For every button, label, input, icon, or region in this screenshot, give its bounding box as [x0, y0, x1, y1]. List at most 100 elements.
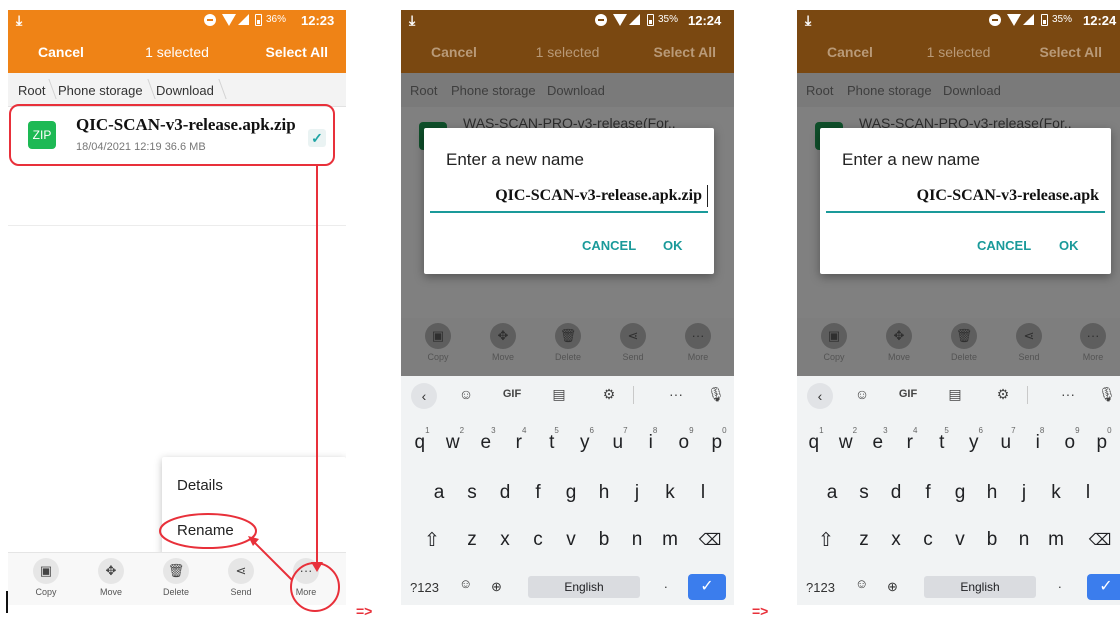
- key-m[interactable]: m: [657, 529, 683, 551]
- move-button[interactable]: ✥ Move: [83, 558, 139, 597]
- key-c[interactable]: c: [525, 529, 551, 551]
- key-j[interactable]: j: [624, 482, 650, 504]
- key-w[interactable]: w2: [835, 426, 861, 454]
- space-key[interactable]: English: [528, 576, 640, 598]
- key-k[interactable]: k: [1043, 482, 1069, 504]
- key-b[interactable]: b: [591, 529, 617, 551]
- select-all-button[interactable]: Select All: [653, 44, 716, 60]
- dialog-ok-button[interactable]: OK: [663, 238, 683, 253]
- key-o[interactable]: o9: [1059, 426, 1085, 454]
- menu-item-rename[interactable]: Rename: [177, 522, 234, 539]
- key-r[interactable]: r4: [508, 426, 534, 454]
- more-button[interactable]: ··· More: [278, 558, 334, 597]
- key-u[interactable]: u7: [995, 426, 1021, 454]
- enter-check-icon[interactable]: ✓: [1087, 574, 1120, 600]
- gif-button[interactable]: GIF: [895, 388, 921, 400]
- send-button[interactable]: ⋖ Send: [213, 558, 269, 597]
- key-f[interactable]: f: [525, 482, 551, 504]
- symbols-key[interactable]: ?123: [410, 580, 439, 595]
- key-l[interactable]: l: [690, 482, 716, 504]
- select-all-button[interactable]: Select All: [1039, 44, 1102, 60]
- backspace-icon[interactable]: ⌫: [697, 530, 723, 550]
- delete-button[interactable]: 🗑 Delete: [936, 323, 992, 362]
- gear-icon[interactable]: ⚙: [596, 386, 622, 403]
- key-g[interactable]: g: [947, 482, 973, 504]
- select-all-button[interactable]: Select All: [265, 44, 328, 60]
- key-j[interactable]: j: [1011, 482, 1037, 504]
- key-t[interactable]: t5: [541, 426, 567, 454]
- microphone-icon[interactable]: 🎙: [703, 386, 729, 403]
- key-s[interactable]: s: [459, 482, 485, 504]
- key-x[interactable]: x: [492, 529, 518, 551]
- key-e[interactable]: e3: [867, 426, 893, 454]
- dialog-cancel-button[interactable]: CANCEL: [977, 238, 1031, 253]
- symbols-key[interactable]: ?123: [806, 580, 835, 595]
- send-button[interactable]: ⋖ Send: [605, 323, 661, 362]
- key-h[interactable]: h: [591, 482, 617, 504]
- key-z[interactable]: z: [459, 529, 485, 551]
- key-f[interactable]: f: [915, 482, 941, 504]
- key-a[interactable]: a: [819, 482, 845, 504]
- enter-check-icon[interactable]: ✓: [688, 574, 726, 600]
- key-p[interactable]: p0: [706, 426, 732, 454]
- move-button[interactable]: ✥ Move: [475, 323, 531, 362]
- key-l[interactable]: l: [1075, 482, 1101, 504]
- key-r[interactable]: r4: [899, 426, 925, 454]
- copy-button[interactable]: ▣ Copy: [18, 558, 74, 597]
- keyboard-back-icon[interactable]: ‹: [807, 383, 833, 409]
- period-key[interactable]: .: [1058, 576, 1062, 591]
- globe-icon[interactable]: ⊕: [887, 579, 898, 595]
- key-i[interactable]: i8: [1027, 426, 1053, 454]
- menu-item-details[interactable]: Details: [177, 477, 223, 494]
- space-key[interactable]: English: [924, 576, 1036, 598]
- key-v[interactable]: v: [558, 529, 584, 551]
- clipboard-icon[interactable]: ▤: [546, 386, 572, 403]
- key-h[interactable]: h: [979, 482, 1005, 504]
- dialog-cancel-button[interactable]: CANCEL: [582, 238, 636, 253]
- key-i[interactable]: i8: [640, 426, 666, 454]
- microphone-icon[interactable]: 🎙: [1094, 386, 1120, 403]
- shift-icon[interactable]: ⇧: [419, 529, 445, 552]
- delete-button[interactable]: 🗑 Delete: [148, 558, 204, 597]
- breadcrumb-phone-storage[interactable]: Phone storage: [847, 83, 932, 98]
- key-p[interactable]: p0: [1091, 426, 1117, 454]
- clipboard-icon[interactable]: ▤: [942, 386, 968, 403]
- more-button[interactable]: ··· More: [1065, 323, 1120, 362]
- breadcrumb-phone-storage[interactable]: Phone storage: [58, 83, 143, 98]
- more-button[interactable]: ··· More: [670, 323, 726, 362]
- more-dots-icon[interactable]: ···: [663, 386, 689, 402]
- move-button[interactable]: ✥ Move: [871, 323, 927, 362]
- key-m[interactable]: m: [1043, 529, 1069, 551]
- key-c[interactable]: c: [915, 529, 941, 551]
- period-key[interactable]: .: [664, 576, 668, 591]
- key-e[interactable]: e3: [475, 426, 501, 454]
- key-d[interactable]: d: [492, 482, 518, 504]
- globe-icon[interactable]: ⊕: [491, 579, 502, 595]
- key-g[interactable]: g: [558, 482, 584, 504]
- key-t[interactable]: t5: [931, 426, 957, 454]
- key-v[interactable]: v: [947, 529, 973, 551]
- key-z[interactable]: z: [851, 529, 877, 551]
- key-q[interactable]: q1: [803, 426, 829, 454]
- key-y[interactable]: y6: [963, 426, 989, 454]
- key-n[interactable]: n: [624, 529, 650, 551]
- delete-button[interactable]: 🗑 Delete: [540, 323, 596, 362]
- breadcrumb-root[interactable]: Root: [410, 83, 437, 98]
- send-button[interactable]: ⋖ Send: [1001, 323, 1057, 362]
- emoji-key-icon[interactable]: ☺: [459, 576, 472, 591]
- more-dots-icon[interactable]: ···: [1055, 386, 1081, 402]
- key-o[interactable]: o9: [673, 426, 699, 454]
- key-x[interactable]: x: [883, 529, 909, 551]
- emoji-sticker-icon[interactable]: ☺: [849, 386, 875, 402]
- copy-button[interactable]: ▣ Copy: [410, 323, 466, 362]
- key-b[interactable]: b: [979, 529, 1005, 551]
- cancel-button[interactable]: Cancel: [431, 44, 477, 60]
- keyboard-back-icon[interactable]: ‹: [411, 383, 437, 409]
- key-a[interactable]: a: [426, 482, 452, 504]
- cancel-button[interactable]: Cancel: [827, 44, 873, 60]
- key-d[interactable]: d: [883, 482, 909, 504]
- shift-icon[interactable]: ⇧: [813, 529, 839, 552]
- breadcrumb-download[interactable]: Download: [156, 83, 214, 98]
- breadcrumb-download[interactable]: Download: [943, 83, 1001, 98]
- breadcrumb-download[interactable]: Download: [547, 83, 605, 98]
